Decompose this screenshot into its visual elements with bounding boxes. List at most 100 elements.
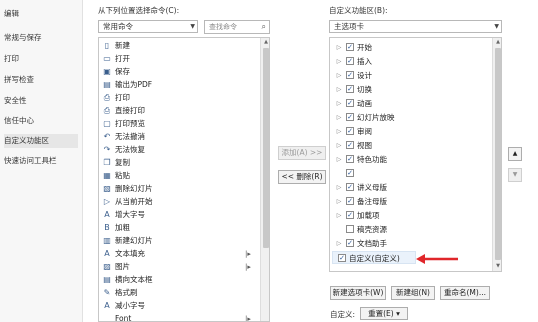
command-item[interactable]: A 减小字号 xyxy=(99,300,259,312)
tab-checkbox[interactable]: ✓ xyxy=(346,183,354,191)
move-up-button[interactable]: ▲ xyxy=(508,147,522,161)
command-item[interactable]: ↶ 无法撤消 xyxy=(99,131,259,143)
expand-arrow-icon[interactable]: ▷ xyxy=(335,153,343,166)
command-item[interactable]: ▥ 新建幻灯片 xyxy=(99,235,259,247)
command-label: 粘贴 xyxy=(115,171,130,180)
tab-checkbox[interactable]: ✓ xyxy=(346,155,354,163)
tab-checkbox[interactable]: ✓ xyxy=(338,254,346,262)
expand-arrow-icon[interactable]: ▷ xyxy=(335,181,343,194)
command-item[interactable]: ▷ 从当前开始 xyxy=(99,196,259,208)
ribbon-tab-item[interactable]: ▷ ✓ 插入 xyxy=(335,55,485,68)
tab-checkbox[interactable]: ✓ xyxy=(346,141,354,149)
command-item[interactable]: ↷ 无法恢复 xyxy=(99,144,259,156)
add-button[interactable]: 添加(A) >> xyxy=(278,146,326,160)
ribbon-tree-scrollbar[interactable]: ▲ ▼ xyxy=(492,38,501,271)
new-tab-button[interactable]: 新建选项卡(W) xyxy=(330,286,386,300)
expand-arrow-icon[interactable]: ▷ xyxy=(335,237,343,250)
command-item[interactable]: ▤ 输出为PDF xyxy=(99,79,259,91)
expand-arrow-icon[interactable]: ▷ xyxy=(335,111,343,124)
remove-button[interactable]: << 删除(R) xyxy=(278,170,326,184)
reset-button[interactable]: 重置(E) ▾ xyxy=(360,307,408,320)
ribbon-tab-item[interactable]: ✓ xyxy=(335,167,485,180)
tab-checkbox[interactable]: ✓ xyxy=(346,43,354,51)
tab-checkbox[interactable]: ✓ xyxy=(346,113,354,121)
command-item[interactable]: ⎙ 直接打印 xyxy=(99,105,259,117)
nav-item-quick-access-toolbar[interactable]: 快速访问工具栏 xyxy=(4,154,78,168)
pdf-export-icon: ▤ xyxy=(103,80,111,89)
ribbon-tab-item[interactable]: ▷ ✓ 设计 xyxy=(335,69,485,82)
scroll-up-icon[interactable]: ▲ xyxy=(261,38,269,46)
ribbon-tab-item[interactable]: ▷ ✓ 文档助手 xyxy=(335,237,485,250)
command-item[interactable]: ▤ 横向文本框 xyxy=(99,274,259,286)
scroll-down-icon[interactable]: ▼ xyxy=(493,262,501,270)
nav-item-trust-center[interactable]: 信任中心 xyxy=(4,114,78,128)
new-group-button[interactable]: 新建组(N) xyxy=(391,286,435,300)
reset-label: 重置(E) xyxy=(368,309,394,318)
ribbon-scope-dropdown[interactable]: 主选项卡 ▼ xyxy=(329,20,502,33)
tab-checkbox[interactable]: ✓ xyxy=(346,71,354,79)
expand-arrow-icon[interactable]: ▷ xyxy=(335,83,343,96)
tab-checkbox[interactable]: ✓ xyxy=(346,85,354,93)
command-item[interactable]: ✎ 格式刷 xyxy=(99,287,259,299)
expand-arrow-icon[interactable]: ▷ xyxy=(335,195,343,208)
ribbon-tab-item[interactable]: ▷ ✓ 切换 xyxy=(335,83,485,96)
scroll-up-icon[interactable]: ▲ xyxy=(493,38,501,46)
command-item[interactable]: ▢ 打印预览 xyxy=(99,118,259,130)
ribbon-tab-item[interactable]: ▷ ✓ 讲义母版 xyxy=(335,181,485,194)
ribbon-tab-item[interactable]: ▷ ✓ 审阅 xyxy=(335,125,485,138)
command-item[interactable]: ▦ 粘贴 xyxy=(99,170,259,182)
ribbon-tab-custom-item[interactable]: ✓ 自定义(自定义) xyxy=(332,251,416,264)
command-item[interactable]: ⎙ 打印 xyxy=(99,92,259,104)
command-item[interactable]: A 文本填充 |▸ xyxy=(99,248,259,260)
expand-arrow-icon[interactable]: ▷ xyxy=(335,125,343,138)
command-search-input[interactable]: 查找命令 ⌕ xyxy=(204,20,270,34)
ribbon-tab-item[interactable]: ▷ ✓ 备注母版 xyxy=(335,195,485,208)
command-item[interactable]: ▭ 打开 xyxy=(99,53,259,65)
tab-label: 视图 xyxy=(357,141,372,150)
command-item[interactable]: ❐ 复制 xyxy=(99,157,259,169)
ribbon-tab-item[interactable]: ▷ ✓ 动画 xyxy=(335,97,485,110)
tab-checkbox[interactable]: ✓ xyxy=(346,99,354,107)
ribbon-tab-item[interactable]: ▷ ✓ 开始 xyxy=(335,41,485,54)
annotation-arrow-icon xyxy=(416,254,458,264)
rename-button[interactable]: 重命名(M)... xyxy=(440,286,490,300)
tab-checkbox[interactable]: ✓ xyxy=(346,169,354,177)
command-item[interactable]: Font |▸ xyxy=(99,313,259,321)
search-icon: ⌕ xyxy=(261,22,266,31)
expand-arrow-icon[interactable]: ▷ xyxy=(335,41,343,54)
expand-arrow-icon[interactable]: ▷ xyxy=(335,209,343,222)
command-label: 输出为PDF xyxy=(115,80,153,89)
expand-arrow-icon[interactable]: ▷ xyxy=(335,69,343,82)
command-item[interactable]: ▯ 新建 xyxy=(99,40,259,52)
ribbon-tab-item[interactable]: ▷ ✓ 特色功能 xyxy=(335,153,485,166)
nav-item-print[interactable]: 打印 xyxy=(4,52,78,66)
tab-checkbox[interactable] xyxy=(346,225,354,233)
tab-checkbox[interactable]: ✓ xyxy=(346,57,354,65)
command-item[interactable]: ▨ 图片 |▸ xyxy=(99,261,259,273)
nav-item-spellcheck[interactable]: 拼写检查 xyxy=(4,73,78,87)
scrollbar-thumb[interactable] xyxy=(263,48,269,248)
ribbon-tab-item[interactable]: ▷ ✓ 幻灯片放映 xyxy=(335,111,485,124)
ribbon-tab-item[interactable]: ▷ ✓ 视图 xyxy=(335,139,485,152)
command-source-dropdown[interactable]: 常用命令 ▼ xyxy=(98,20,198,33)
nav-item-customize-ribbon[interactable]: 自定义功能区 xyxy=(4,134,78,148)
command-item[interactable]: ▧ 删除幻灯片 xyxy=(99,183,259,195)
expand-arrow-icon[interactable]: ▷ xyxy=(335,55,343,68)
tab-checkbox[interactable]: ✓ xyxy=(346,239,354,247)
command-item[interactable]: B 加粗 xyxy=(99,222,259,234)
nav-item-general-save[interactable]: 常规与保存 xyxy=(4,31,78,45)
ribbon-tab-item[interactable]: ▷ ✓ 加载项 xyxy=(335,209,485,222)
tab-checkbox[interactable]: ✓ xyxy=(346,211,354,219)
ribbon-tab-item[interactable]: 稿壳资源 xyxy=(335,223,485,236)
nav-item-edit[interactable]: 编辑 xyxy=(4,7,78,21)
expand-arrow-icon[interactable]: ▷ xyxy=(335,97,343,110)
expand-arrow-icon[interactable]: ▷ xyxy=(335,139,343,152)
command-item[interactable]: A 增大字号 xyxy=(99,209,259,221)
command-item[interactable]: ▣ 保存 xyxy=(99,66,259,78)
command-list-scrollbar[interactable]: ▲ xyxy=(260,38,269,321)
tab-checkbox[interactable]: ✓ xyxy=(346,197,354,205)
nav-item-security[interactable]: 安全性 xyxy=(4,94,78,108)
tab-checkbox[interactable]: ✓ xyxy=(346,127,354,135)
move-down-button[interactable]: ▼ xyxy=(508,168,522,182)
scrollbar-thumb[interactable] xyxy=(495,48,501,260)
